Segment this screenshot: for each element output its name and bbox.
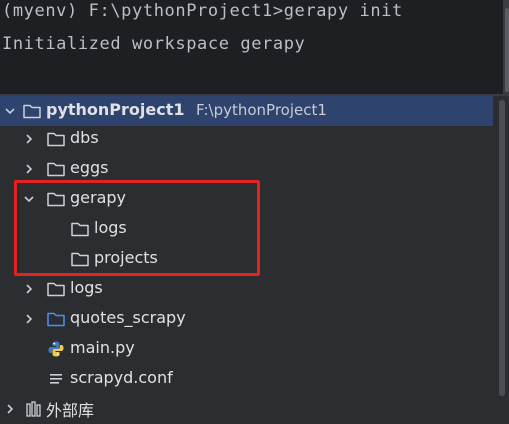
highlight-box: [14, 180, 260, 276]
chevron-right-icon[interactable]: [23, 133, 35, 145]
chevron-right-icon[interactable]: [23, 283, 35, 295]
folder-icon: [46, 130, 66, 148]
tree-root-path: F:\pythonProject1: [196, 101, 327, 119]
tree-item-label: dbs: [70, 128, 99, 147]
tree-item-label: eggs: [70, 158, 109, 177]
tree-item-label: quotes_scrapy: [70, 308, 186, 327]
folder-icon: [22, 102, 42, 120]
tree-item-quotes-scrapy[interactable]: quotes_scrapy: [0, 304, 490, 334]
tree-item-label: main.py: [70, 338, 135, 357]
terminal-output-line: Initialized workspace gerapy: [2, 34, 306, 54]
tree-root-row[interactable]: pythonProject1 F:\pythonProject1: [0, 96, 493, 126]
python-file-icon: [46, 340, 66, 358]
terminal-command-line: (myenv) F:\pythonProject1>gerapy init: [2, 1, 403, 21]
text-file-icon: [46, 370, 66, 388]
chevron-down-icon[interactable]: [4, 105, 16, 117]
package-folder-icon: [46, 310, 66, 328]
chevron-right-icon[interactable]: [4, 403, 16, 415]
tree-scrollbar[interactable]: [499, 100, 505, 396]
tree-root-label: pythonProject1: [46, 100, 185, 119]
terminal-scrollbar-thumb[interactable]: [505, 8, 509, 92]
tree-item-scrapyd-conf[interactable]: scrapyd.conf: [0, 364, 490, 394]
tree-item-label: 外部库: [46, 401, 95, 420]
tree-item-external-libraries[interactable]: 外部库: [0, 394, 490, 424]
tree-item-dbs[interactable]: dbs: [0, 124, 490, 154]
tree-item-label: scrapyd.conf: [70, 368, 173, 387]
chevron-right-icon[interactable]: [23, 313, 35, 325]
terminal-panel[interactable]: (myenv) F:\pythonProject1>gerapy init In…: [0, 0, 509, 96]
chevron-right-icon[interactable]: [23, 163, 35, 175]
terminal-scrollbar[interactable]: [503, 0, 509, 96]
tree-item-main-py[interactable]: main.py: [0, 334, 490, 364]
library-icon: [24, 400, 44, 418]
tree-item-logs[interactable]: logs: [0, 274, 490, 304]
tree-item-label: logs: [70, 278, 103, 297]
folder-icon: [46, 160, 66, 178]
folder-icon: [46, 280, 66, 298]
